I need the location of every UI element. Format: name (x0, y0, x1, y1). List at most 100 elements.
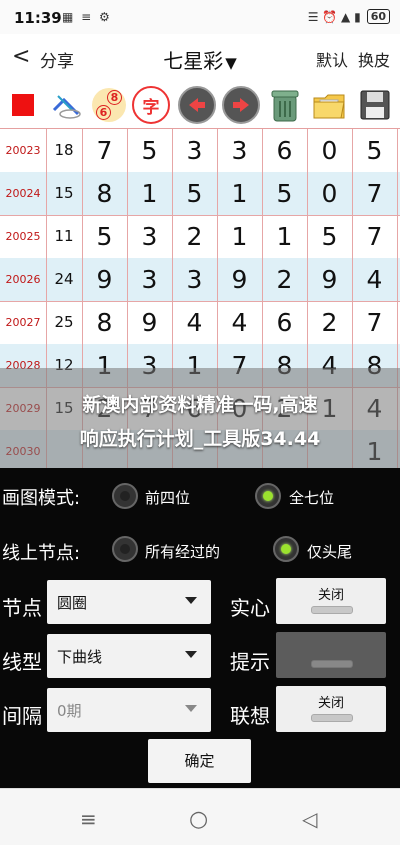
delete-button[interactable] (266, 87, 304, 123)
node-radio-all[interactable] (112, 536, 138, 562)
system-nav-bar: ≡ ○ ◁ (0, 788, 400, 845)
digit-cell[interactable]: 9 (307, 258, 353, 301)
node-radio-ends[interactable] (273, 536, 299, 562)
digit-cell[interactable]: 4 (217, 301, 263, 344)
digit-cell[interactable]: 1 (217, 172, 263, 215)
draw-mode-label: 画图模式: (2, 488, 81, 509)
app-header: < 分享 七星彩 ▼ 默认 换皮 (0, 34, 400, 83)
banner-line-2: 响应执行计划_工具版34.44 (79, 428, 321, 450)
digit-cell[interactable]: 7 (352, 172, 398, 215)
digit-cell[interactable]: 2 (262, 258, 308, 301)
dropdown-caret-icon[interactable]: ▼ (225, 54, 237, 72)
back-nav-icon[interactable]: ◁ (302, 807, 317, 831)
save-button[interactable] (356, 87, 394, 123)
digit-cell[interactable]: 6 (262, 129, 308, 172)
interval-select: 0期 (47, 688, 211, 732)
toggle-knob-icon (311, 606, 353, 614)
digit-cell[interactable]: 9 (82, 258, 128, 301)
line-type-value: 下曲线 (57, 648, 103, 666)
node-shape-select[interactable]: 圆圈 (47, 580, 211, 624)
text-tool-button[interactable]: 字 (132, 86, 170, 124)
digit-cell[interactable]: 3 (172, 258, 218, 301)
confirm-button[interactable]: 确定 (148, 739, 251, 783)
number-link-button[interactable]: 8 6 (90, 87, 128, 123)
menu-icon[interactable]: ≡ (80, 807, 97, 831)
digit-cell[interactable]: 5 (352, 129, 398, 172)
digit-sum: 11 (46, 215, 83, 258)
floppy-disk-icon (360, 90, 390, 120)
arrow-right-icon (222, 86, 260, 124)
previous-button[interactable] (178, 86, 216, 124)
association-toggle-label: 关闭 (317, 696, 344, 711)
digit-cell[interactable]: 1 (262, 215, 308, 258)
banner-line-1: 新澳内部资料精准一码,高速 (82, 394, 318, 416)
digit-cell[interactable]: 7 (82, 129, 128, 172)
skin-button[interactable]: 换皮 (358, 47, 390, 71)
status-bar: 11:39 ▦ ≡ ⚙ ☰ ⏰ ▲ ▮ 60 (0, 0, 400, 34)
open-folder-button[interactable] (310, 87, 348, 123)
arrow-left-icon (178, 86, 216, 124)
digit-cell[interactable]: 6 (262, 301, 308, 344)
pen-line-icon (52, 95, 81, 119)
issue-number: 20024 (0, 172, 47, 215)
issue-number: 20023 (0, 129, 47, 172)
digit-cell[interactable]: 5 (262, 172, 308, 215)
chevron-down-icon (185, 651, 197, 658)
hint-toggle (276, 632, 386, 678)
page-title[interactable]: 七星彩 (163, 49, 223, 73)
digit-cell[interactable]: 9 (217, 258, 263, 301)
color-tool-button[interactable] (4, 87, 42, 123)
digit-cell[interactable]: 3 (172, 129, 218, 172)
digit-cell[interactable]: 1 (127, 172, 173, 215)
digit-cell[interactable]: 4 (172, 301, 218, 344)
digit-cell[interactable]: 2 (307, 301, 353, 344)
home-icon[interactable]: ○ (189, 807, 208, 832)
digit-cell[interactable]: 5 (127, 129, 173, 172)
digit-cell[interactable]: 3 (217, 129, 263, 172)
digit-cell[interactable]: 3 (127, 258, 173, 301)
draw-mode-option-first4[interactable]: 前四位 (145, 487, 190, 508)
table-row: 20023 18 7 5 3 3 6 0 5 (0, 129, 400, 173)
digit-cell[interactable]: 7 (352, 215, 398, 258)
association-toggle[interactable]: 关闭 (276, 686, 386, 732)
digit-sum: 15 (46, 172, 83, 215)
digit-sum: 24 (46, 258, 83, 301)
digit-cell[interactable]: 3 (127, 215, 173, 258)
digit-cell[interactable]: 8 (82, 301, 128, 344)
node-option-ends[interactable]: 仅头尾 (307, 541, 352, 562)
banner-overlay: 新澳内部资料精准一码,高速 响应执行计划_工具版34.44 (0, 368, 400, 468)
digit-cell[interactable]: 9 (127, 301, 173, 344)
digit-cell[interactable]: 0 (307, 172, 353, 215)
digit-cell[interactable]: 5 (172, 172, 218, 215)
default-button[interactable]: 默认 (316, 47, 348, 71)
solid-toggle-label: 关闭 (317, 588, 344, 603)
digit-cell[interactable]: 0 (307, 129, 353, 172)
draw-mode-option-all7[interactable]: 全七位 (289, 487, 334, 508)
badge-top: 8 (107, 90, 122, 105)
share-button[interactable]: 分享 (40, 47, 74, 72)
line-type-select[interactable]: 下曲线 (47, 634, 211, 678)
digit-cell[interactable]: 7 (352, 301, 398, 344)
digit-cell[interactable]: 4 (352, 258, 398, 301)
digit-cell[interactable]: 5 (82, 215, 128, 258)
status-notification-icons: ▦ ≡ ⚙ (62, 10, 112, 24)
digit-cell[interactable]: 8 (82, 172, 128, 215)
node-label: 线上节点: (2, 543, 81, 564)
node-option-all[interactable]: 所有经过的 (145, 541, 220, 562)
back-icon[interactable]: < (12, 44, 30, 69)
digit-cell[interactable]: 5 (307, 215, 353, 258)
digit-sum: 18 (46, 129, 83, 172)
node-shape-value: 圆圈 (57, 594, 88, 612)
chevron-down-icon (185, 705, 197, 712)
draw-mode-radio-first4[interactable] (112, 483, 138, 509)
shixin-label: 实心 (230, 596, 270, 620)
pen-tool-button[interactable] (48, 87, 86, 123)
folder-icon (313, 94, 345, 119)
digit-sum: 25 (46, 301, 83, 344)
next-button[interactable] (222, 86, 260, 124)
digit-cell[interactable]: 2 (172, 215, 218, 258)
draw-mode-radio-all7[interactable] (255, 483, 281, 509)
digit-cell[interactable]: 1 (217, 215, 263, 258)
solid-toggle[interactable]: 关闭 (276, 578, 386, 624)
interval-value: 0期 (57, 702, 82, 720)
